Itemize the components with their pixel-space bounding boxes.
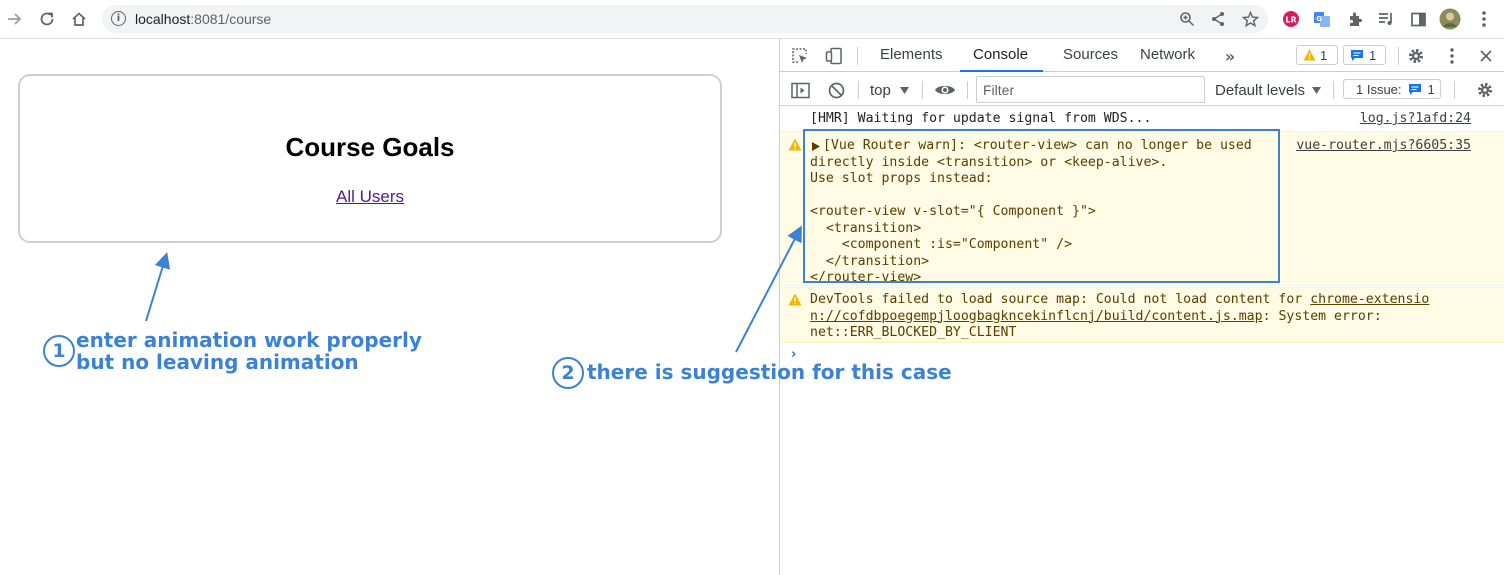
annotation-text-two: there is suggestion for this case — [587, 360, 952, 384]
annotation-arrows — [145, 225, 802, 353]
annotation-arrow-one — [145, 252, 171, 322]
annotation-number-two: 2 — [552, 357, 584, 389]
annotation-text-one-line1: enter animation work properly — [76, 328, 422, 352]
annotation-text-one-line2: but no leaving animation — [76, 350, 359, 374]
screenshot-stage: { "browser": { "url_host": "localhost", … — [0, 0, 1504, 575]
annotation-number-one: 1 — [43, 335, 75, 367]
annotation-arrow-two — [735, 225, 802, 353]
